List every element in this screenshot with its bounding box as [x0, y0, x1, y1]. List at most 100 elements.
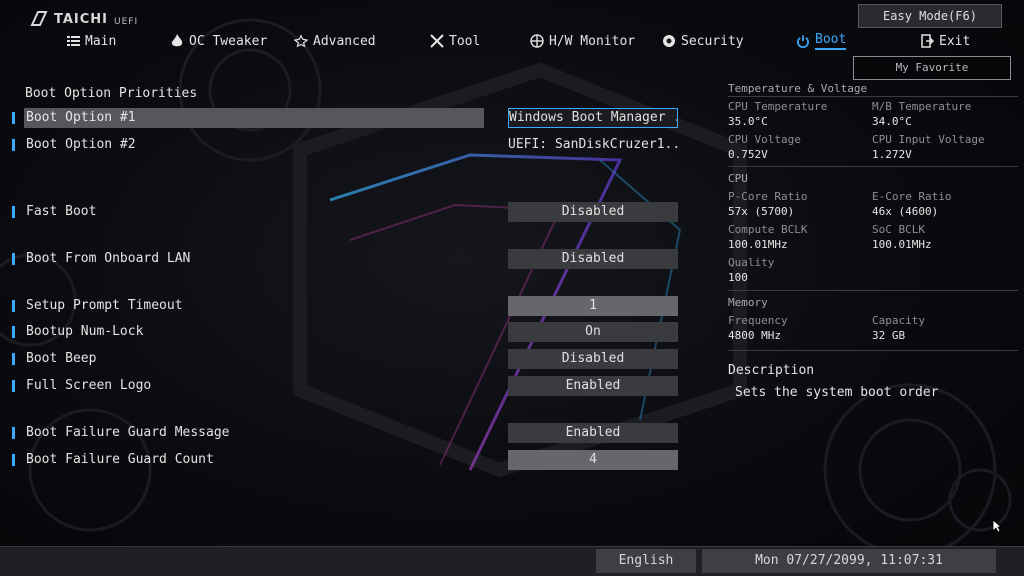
memory-title: Memory: [728, 296, 768, 309]
compute-bclk-value: 100.01MHz: [728, 238, 788, 251]
row-marker: [12, 427, 15, 439]
tab-security[interactable]: Security: [662, 30, 744, 52]
crosshair-icon: [530, 34, 544, 48]
cpu-input-volt-value: 1.272V: [872, 148, 912, 161]
mem-capacity-value: 32 GB: [872, 329, 906, 342]
mb-temp-value: 34.0°C: [872, 115, 912, 128]
description-title: Description: [728, 363, 815, 378]
soc-bclk-value: 100.01MHz: [872, 238, 932, 251]
mem-capacity-label: Capacity: [872, 314, 925, 327]
my-favorite-button[interactable]: My Favorite: [853, 56, 1011, 80]
setting-label: Bootup Num-Lock: [26, 324, 144, 339]
setting-value[interactable]: Windows Boot Manager ...: [508, 108, 678, 128]
flame-icon: [170, 34, 184, 48]
setting-row-boot-option-2[interactable]: Boot Option #2 UEFI: SanDiskCruzer1....: [0, 135, 690, 155]
tab-hw-monitor-label: H/W Monitor: [549, 33, 636, 49]
tab-oc-tweaker-label: OC Tweaker: [189, 33, 268, 49]
row-marker: [12, 326, 15, 338]
list-icon: [66, 34, 80, 48]
tab-security-label: Security: [681, 33, 744, 49]
setting-row-full-screen-logo[interactable]: Full Screen Logo Enabled: [0, 376, 690, 396]
easy-mode-button[interactable]: Easy Mode(F6): [858, 4, 1002, 28]
mem-frequency-value: 4800 MHz: [728, 329, 781, 342]
setting-row-boot-failure-guard-count[interactable]: Boot Failure Guard Count 4: [0, 450, 690, 470]
taichi-logo-icon: [30, 11, 48, 26]
brand-sub: UEFI: [114, 16, 139, 27]
brand-logo: TAICHI UEFI: [30, 8, 138, 30]
description-text: Sets the system boot order: [735, 385, 939, 400]
setting-row-fast-boot[interactable]: Fast Boot Disabled: [0, 202, 690, 222]
tab-tool[interactable]: Tool: [430, 30, 480, 52]
quality-label: Quality: [728, 256, 775, 269]
main-nav: Main OC Tweaker Advanced Tool H/W Monito…: [0, 30, 1024, 52]
tab-boot[interactable]: Boot: [796, 30, 847, 52]
cpu-input-volt-label: CPU Input Voltage: [872, 133, 985, 146]
setting-label: Boot Option #1: [26, 110, 136, 125]
divider: [728, 166, 1018, 167]
tab-oc-tweaker[interactable]: OC Tweaker: [170, 30, 267, 52]
mouse-cursor-icon: [992, 519, 1002, 533]
setting-row-boot-option-1[interactable]: Boot Option #1 Windows Boot Manager ...: [0, 108, 690, 128]
quality-value: 100: [728, 271, 748, 284]
setting-value[interactable]: UEFI: SanDiskCruzer1....: [508, 135, 678, 155]
mb-temp-label: M/B Temperature: [872, 100, 972, 113]
section-title: Boot Option Priorities: [25, 86, 198, 101]
temp-voltage-title: Temperature & Voltage: [728, 82, 868, 95]
row-marker: [12, 380, 15, 392]
cpu-volt-label: CPU Voltage: [728, 133, 801, 146]
exit-door-icon: [920, 34, 934, 48]
cpu-volt-value: 0.752V: [728, 148, 768, 161]
setting-row-boot-from-lan[interactable]: Boot From Onboard LAN Disabled: [0, 249, 690, 269]
setting-value[interactable]: Disabled: [508, 249, 678, 269]
tab-advanced[interactable]: Advanced: [294, 30, 376, 52]
row-marker: [12, 353, 15, 365]
setting-label: Boot Beep: [26, 351, 97, 366]
setting-value[interactable]: Enabled: [508, 376, 678, 396]
setting-row-boot-failure-guard-message[interactable]: Boot Failure Guard Message Enabled: [0, 423, 690, 443]
tab-hw-monitor[interactable]: H/W Monitor: [530, 30, 635, 52]
divider: [728, 350, 1018, 351]
cpu-temp-label: CPU Temperature: [728, 100, 828, 113]
divider: [728, 290, 1018, 291]
compute-bclk-label: Compute BCLK: [728, 223, 808, 236]
tab-exit-label: Exit: [939, 33, 971, 49]
setting-label: Fast Boot: [26, 204, 97, 219]
setting-value[interactable]: Enabled: [508, 423, 678, 443]
tab-main-label: Main: [85, 33, 117, 49]
setting-value[interactable]: 4: [508, 450, 678, 470]
row-marker: [12, 253, 15, 265]
setting-label: Boot From Onboard LAN: [26, 251, 191, 266]
ecore-ratio-label: E-Core Ratio: [872, 190, 952, 203]
setting-value[interactable]: 1: [508, 296, 678, 316]
tab-advanced-label: Advanced: [313, 33, 376, 49]
row-marker: [12, 300, 15, 312]
setting-value[interactable]: Disabled: [508, 202, 678, 222]
pcore-ratio-value: 57x (5700): [728, 205, 795, 218]
mem-frequency-label: Frequency: [728, 314, 788, 327]
setting-label: Setup Prompt Timeout: [26, 298, 183, 313]
setting-label: Full Screen Logo: [26, 378, 152, 393]
setting-label: Boot Option #2: [26, 137, 136, 152]
power-icon: [796, 34, 810, 48]
datetime-display: Mon 07/27/2099, 11:07:31: [702, 549, 996, 573]
tab-exit[interactable]: Exit: [920, 30, 970, 52]
bios-screen: TAICHI UEFI Easy Mode(F6) Main OC Tweake…: [0, 0, 1024, 576]
setting-label: Boot Failure Guard Message: [26, 425, 230, 440]
tab-boot-label: Boot: [815, 32, 847, 50]
row-marker: [12, 112, 15, 124]
star-icon: [294, 34, 308, 48]
setting-value[interactable]: Disabled: [508, 349, 678, 369]
setting-value[interactable]: On: [508, 322, 678, 342]
setting-row-boot-beep[interactable]: Boot Beep Disabled: [0, 349, 690, 369]
pcore-ratio-label: P-Core Ratio: [728, 190, 808, 203]
language-button[interactable]: English: [596, 549, 696, 573]
row-marker: [12, 454, 15, 466]
row-marker: [12, 139, 15, 151]
brand-name: TAICHI: [54, 11, 109, 27]
setting-row-setup-prompt-timeout[interactable]: Setup Prompt Timeout 1: [0, 296, 690, 316]
tab-main[interactable]: Main: [66, 30, 116, 52]
setting-label: Boot Failure Guard Count: [26, 452, 214, 467]
tab-tool-label: Tool: [449, 33, 481, 49]
setting-row-bootup-num-lock[interactable]: Bootup Num-Lock On: [0, 322, 690, 342]
cpu-temp-value: 35.0°C: [728, 115, 768, 128]
